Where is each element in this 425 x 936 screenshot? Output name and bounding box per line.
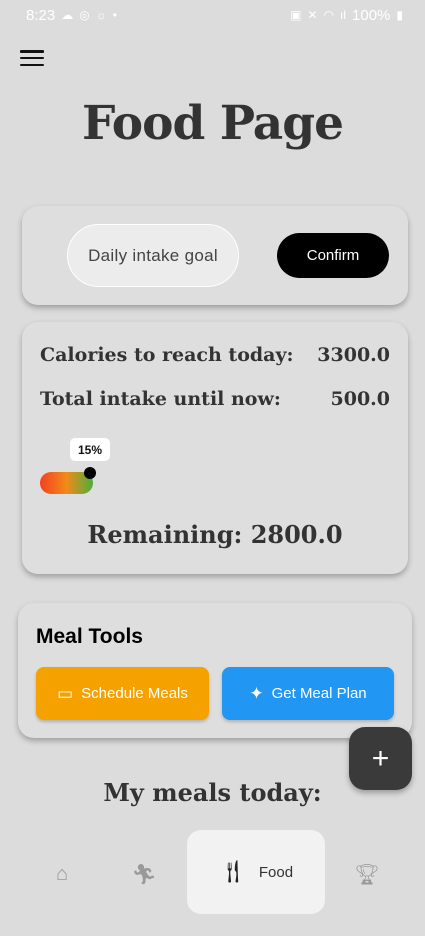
intake-value: 500.0 (330, 388, 391, 410)
daily-intake-goal-input[interactable]: Daily intake goal (67, 224, 239, 287)
mute-icon: ✕ (307, 8, 318, 22)
page-title: Food Page (81, 96, 344, 151)
nav-food-label: Food (258, 863, 294, 881)
bottom-nav: ⌂ 🏃︎ 🍴︎ Food 🏆︎ (0, 828, 425, 916)
schedule-meals-button[interactable]: ▭ Schedule Meals (36, 667, 209, 720)
weather-icon: ☁ (61, 8, 74, 22)
food-icon: 🍴︎ (218, 859, 247, 884)
my-meals-heading: My meals today: (103, 778, 322, 807)
dot-icon: • (112, 8, 117, 22)
status-time: 8:23 (26, 6, 56, 24)
progress-indicator-dot (84, 467, 96, 479)
nav-food[interactable]: 🍴︎ Food (187, 830, 325, 914)
get-meal-plan-button[interactable]: ✦ Get Meal Plan (222, 667, 394, 720)
vibrate-icon: ▣ (290, 8, 302, 22)
sparkle-icon: ✦ (249, 684, 264, 703)
progress-percent-badge: 15% (70, 438, 110, 461)
nav-home[interactable]: ⌂ (46, 858, 78, 890)
meal-tools-title: Meal Tools (36, 625, 143, 648)
sync-icon: ◎ (79, 8, 90, 22)
sun-icon: ☼ (95, 8, 107, 22)
calorie-card: Calories to reach today: 3300.0 Total in… (22, 322, 408, 574)
battery-level: 100% (352, 6, 391, 24)
calendar-icon: ▭ (57, 684, 74, 703)
remaining-calories: Remaining: 2800.0 (87, 520, 343, 549)
calories-target-label: Calories to reach today: (40, 344, 294, 366)
schedule-meals-label: Schedule Meals (81, 685, 188, 702)
status-bar: 8:23 ☁ ◎ ☼ • ▣ ✕ ◠ ıl 100% ▮ (0, 0, 425, 30)
trophy-icon: 🏆︎ (354, 863, 380, 886)
signal-icon: ıl (340, 8, 347, 22)
plus-icon: + (371, 741, 390, 775)
intake-label: Total intake until now: (40, 388, 281, 410)
goal-card: Daily intake goal Confirm (22, 206, 408, 305)
wifi-icon: ◠ (323, 8, 335, 22)
nav-trophy[interactable]: 🏆︎ (351, 858, 383, 890)
nav-activity[interactable]: 🏃︎ (128, 858, 160, 890)
menu-button[interactable] (20, 48, 44, 68)
get-meal-plan-label: Get Meal Plan (271, 685, 367, 702)
menu-icon (20, 50, 44, 53)
home-icon: ⌂ (55, 862, 69, 885)
calories-target-value: 3300.0 (317, 344, 390, 366)
battery-icon: ▮ (396, 8, 403, 22)
meal-tools-card: Meal Tools ▭ Schedule Meals ✦ Get Meal P… (18, 603, 412, 738)
confirm-button[interactable]: Confirm (277, 233, 389, 278)
run-icon: 🏃︎ (131, 863, 157, 886)
